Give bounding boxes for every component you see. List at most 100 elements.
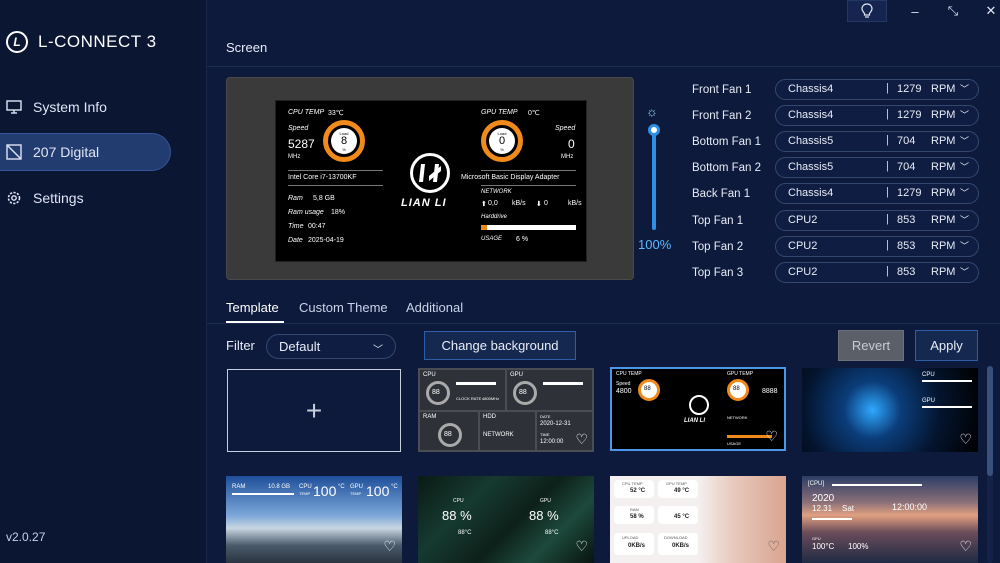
fan-source-select[interactable]: Chassis4 | 1279 RPM ﹀ [775,105,979,127]
tab-template[interactable]: Template [226,300,279,315]
template-card[interactable]: CPU TEMP 52 °C GPU TEMP 49 °C RAM 58 % 4… [610,476,786,563]
separator: | [886,186,889,199]
tpl-label: CPU [423,372,436,378]
tpl-value: 88 % [529,508,559,523]
tpl-label: CPU TEMP [622,481,643,486]
ram-usage-label: Ram usage [288,209,324,216]
fan-rpm-unit: RPM [931,161,956,174]
fan-rpm: 704 [897,135,916,148]
download-icon: ⬇ [536,201,542,208]
fan-source-select[interactable]: CPU2 | 853 RPM ﹀ [775,235,979,257]
gpu-temp-label: GPU TEMP [481,109,518,116]
brand-name: LIAN LI [401,197,447,209]
tpl-label: RAM [423,414,437,420]
divider [288,170,383,171]
tpl-label: GPU [812,536,821,541]
template-card[interactable]: [CPU] 2020 12.31 Sat 12:00:00 GPU 100°C … [802,476,978,563]
tpl-value: 12.31 [812,504,833,513]
fan-rpm-unit: RPM [931,239,956,252]
lcd-device-preview: CPU TEMP 33℃ Speed 5287 MHz Load 8 % Int… [226,77,634,280]
close-button[interactable]: ✕ [971,0,1000,22]
revert-button[interactable]: Revert [838,330,904,361]
template-card[interactable]: CPU GPU 88 88 CLOCK RATE 4800MHz RAM 88 … [418,368,594,452]
filter-select[interactable]: Default ﹀ [266,334,396,359]
tpl-label: RAM [232,484,246,490]
lightbulb-icon[interactable] [847,0,887,22]
gpu-load-value: 0 [498,134,506,147]
template-card[interactable]: RAM 10.8 GB CPU TEMP 100 °C GPU TEMP 100… [226,476,402,563]
separator: | [886,160,889,173]
fan-source: Chassis4 [788,187,834,200]
template-card[interactable]: CPU GPU ♡ [802,368,978,452]
ram-label: Ram [288,195,303,202]
sidebar-item-label: Settings [33,190,84,206]
add-template-button[interactable]: + [227,369,401,452]
fan-source-select[interactable]: Chassis5 | 704 RPM ﹀ [775,131,979,153]
scrollbar[interactable] [987,366,993,563]
favorite-heart-icon[interactable]: ♡ [575,431,588,448]
fan-source-select[interactable]: Chassis4 | 1279 RPM ﹀ [775,183,979,205]
fan-source-select[interactable]: CPU2 | 853 RPM ﹀ [775,209,979,231]
fan-rpm: 853 [897,239,916,252]
tpl-label: CPU [453,498,464,504]
favorite-heart-icon[interactable]: ♡ [767,538,780,555]
chevron-down-icon: ﹀ [959,110,969,121]
tpl-label: CPU TEMP [616,371,642,377]
gpu-speed-value: 0 [568,137,575,151]
favorite-heart-icon[interactable]: ♡ [383,538,396,555]
app-version: v2.0.27 [6,530,46,544]
separator: | [886,212,889,225]
app-logo: L L-CONNECT 3 [6,31,157,53]
divider [207,323,1000,324]
tpl-label: GPU [510,372,524,378]
tpl-value: 100 [313,483,337,499]
chevron-down-icon: ﹀ [373,345,383,356]
tpl-label: USAGE [727,441,742,446]
tpl-value: 49 °C [674,488,690,494]
sidebar-item-207-digital[interactable]: 207 Digital [0,133,171,171]
favorite-heart-icon[interactable]: ♡ [765,428,778,445]
tpl-label: CLOCK RATE [456,396,482,401]
apply-button[interactable]: Apply [915,330,978,361]
tpl-unit: °C [391,484,398,490]
tpl-value: Sat [842,504,855,513]
cpu-name: Intel Core i7-13700KF [288,174,357,181]
fan-source-select[interactable]: Chassis5 | 704 RPM ﹀ [775,157,979,179]
favorite-heart-icon[interactable]: ♡ [959,431,972,448]
fan-rpm-unit: RPM [931,135,956,148]
tpl-value: 88 [444,431,452,438]
chevron-down-icon: ﹀ [959,188,969,199]
template-card[interactable]: CPU 88 % 88°C GPU 88 % 88°C ♡ [418,476,594,563]
fan-source-select[interactable]: CPU2 | 853 RPM ﹀ [775,261,979,283]
tpl-value: 58 % [630,514,644,520]
tpl-value: 100 [366,483,390,499]
template-card-selected[interactable]: CPU TEMP GPU TEMP Speed 4800 88 88 8888 … [610,367,786,451]
tpl-value: 88°C [458,530,472,536]
favorite-heart-icon[interactable]: ♡ [959,538,972,555]
filter-label: Filter [226,338,255,353]
brightness-slider[interactable] [648,124,660,230]
scrollbar-thumb[interactable] [987,366,993,476]
sidebar: L L-CONNECT 3 System Info 207 Digital Se… [0,0,207,563]
tab-additional[interactable]: Additional [406,300,463,315]
restore-button[interactable]: ⤡ [933,0,973,22]
lcd-screen: CPU TEMP 33℃ Speed 5287 MHz Load 8 % Int… [275,100,587,262]
divider [481,185,576,186]
change-background-button[interactable]: Change background [424,331,576,360]
brightness-handle[interactable] [648,124,660,136]
sidebar-item-settings[interactable]: Settings [0,179,171,217]
separator: | [886,238,889,251]
fan-source-select[interactable]: Chassis4 | 1279 RPM ﹀ [775,79,979,100]
tpl-value: 88 [432,389,440,396]
tab-custom-theme[interactable]: Custom Theme [299,300,388,315]
cpu-load-gauge: Load 8 % [323,120,365,162]
section-title-screen: Screen [226,40,268,55]
tpl-label: GPU [922,398,936,404]
tpl-value: 12:00:00 [540,439,564,445]
tpl-value: 88 [519,389,527,396]
sidebar-item-system-info[interactable]: System Info [0,88,171,126]
favorite-heart-icon[interactable]: ♡ [575,538,588,555]
minimize-button[interactable]: – [895,0,935,22]
fan-rpm-unit: RPM [931,213,956,226]
tpl-label: TEMP [299,491,311,496]
